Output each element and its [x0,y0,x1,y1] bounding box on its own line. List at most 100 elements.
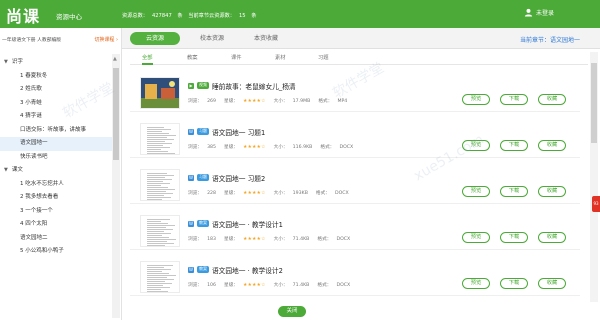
favorite-button[interactable]: 收藏 [538,94,566,105]
resource-title[interactable]: 语文园地一 · 教学设计2 [212,265,283,275]
file-format: DOCX [339,145,354,150]
rating-stars: ★★★★☆ [243,99,266,104]
resource-thumbnail[interactable] [140,215,180,247]
switch-course-button[interactable]: 切换课程 › [94,36,118,43]
preview-button[interactable]: 预览 [462,140,490,151]
tab-exercises[interactable]: 习题 [318,53,329,65]
total-value: 427847 [151,13,172,19]
tree-unit[interactable]: ▼ 课文 [0,164,112,178]
resource-item: ▶ 视频 睡前故事：老鼠嫁女儿_杨清 浏览： 269 星级： ★★★★☆ 大小： 17.9M… [130,74,580,112]
file-format: DOCX [336,283,351,288]
resource-title-row: W 教案 语文园地一 · 教学设计2 [188,265,283,275]
tree-item-label: 5 小公鸡和小鸭子 [20,248,64,254]
side-float-badge[interactable]: 93 [592,196,600,212]
tree-item-label: 识字 [11,59,23,65]
views-label: 浏览： [188,283,203,288]
resource-item: W 习题 语文园地一 习题2 浏览： 228 星级： ★★★★☆ 大小： 193KB 格式：… [130,166,580,204]
tree-lesson[interactable]: 4 四个太阳 [0,218,112,232]
sidebar-scroll-thumb[interactable] [113,68,119,160]
resource-title[interactable]: 语文园地一 习题1 [212,127,265,137]
views-count: 385 [207,145,217,150]
grade-row: 一年级语文下册 人教部编版 切换课程 › [2,34,118,44]
tree-lesson[interactable]: 1 吃水不忘挖井人 [0,178,112,192]
tree-lesson[interactable]: 语文园地一 [0,137,112,151]
content-scroll-thumb[interactable] [591,63,597,143]
tree-item-label: 2 姓氏歌 [20,86,42,92]
tree-lesson[interactable]: 3 小青蛙 [0,97,112,111]
tab-materials[interactable]: 素材 [275,53,286,65]
favorite-button[interactable]: 收藏 [538,232,566,243]
tree-lesson[interactable]: 快乐读书吧 [0,151,112,165]
expand-triangle-icon[interactable]: ▼ [4,164,8,178]
resource-item: W 教案 语文园地一 · 教学设计1 浏览： 183 星级： ★★★★☆ 大小： 71.4K… [130,212,580,250]
tree-item-label: 4 猜字谜 [20,113,42,119]
resource-thumbnail[interactable] [140,77,180,109]
file-size: 116.9KB [292,145,313,150]
file-format: DOCX [334,191,349,196]
current-course: 一年级语文下册 人教部编版 [2,37,62,43]
resource-thumbnail[interactable] [140,261,180,293]
favorite-button[interactable]: 收藏 [538,278,566,289]
main-tab-bar: 云资源 校本资源 本资收藏 当前章节：语文园地一 [122,28,600,49]
preview-button[interactable]: 预览 [462,94,490,105]
video-format-icon: ▶ [188,82,194,89]
resource-meta: 浏览： 106 星级： ★★★★☆ 大小： 71.4KB 格式： DOCX [188,282,355,288]
format-label: 格式： [320,145,335,150]
download-button[interactable]: 下载 [500,140,528,151]
resource-title-row: W 教案 语文园地一 · 教学设计1 [188,219,283,229]
resource-type-badge: 习题 [197,128,209,135]
tree-unit[interactable]: ▼ 识字 [0,56,112,70]
favorite-button[interactable]: 收藏 [538,186,566,197]
size-label: 大小： [273,237,288,242]
tree-item-label: 3 一个接一个 [20,207,53,214]
tree-lesson[interactable]: 4 猜字谜 [0,110,112,124]
views-label: 浏览： [188,237,203,242]
tree-lesson[interactable]: 语文园地二 [0,232,112,246]
tree-lesson[interactable]: 口语交际：听故事，讲故事 [0,124,112,138]
preview-button[interactable]: 预览 [462,232,490,243]
resource-title[interactable]: 睡前故事：老鼠嫁女儿_杨清 [212,81,296,91]
resource-meta: 浏览： 183 星级： ★★★★☆ 大小： 71.4KB 格式： DOCX [188,236,355,242]
download-button[interactable]: 下载 [500,232,528,243]
resource-type-badge: 视频 [197,82,209,89]
tab-school-resources[interactable]: 校本资源 [192,32,232,45]
resource-thumbnail[interactable] [140,123,180,155]
total-unit: 条 [177,13,183,19]
preview-button[interactable]: 预览 [462,186,490,197]
tree-lesson[interactable]: 3 一个接一个 [0,205,112,219]
rating-stars: ★★★★☆ [243,283,266,288]
download-button[interactable]: 下载 [500,94,528,105]
close-button[interactable]: 关闭 [278,306,306,317]
login-button[interactable]: 未登录 [524,8,554,17]
tab-courseware[interactable]: 课件 [231,53,242,65]
video-thumbnail-illustration [141,78,179,108]
resource-type-badge: 习题 [197,174,209,181]
resource-item: W 习题 语文园地一 习题1 浏览： 385 星级： ★★★★☆ 大小： 116.9KB 格… [130,120,580,158]
scroll-up-icon[interactable]: ▲ [113,56,117,62]
rating-stars: ★★★★☆ [243,191,266,196]
tab-all[interactable]: 全部 [142,53,153,65]
resource-thumbnail[interactable] [140,169,180,201]
tab-cloud-resources[interactable]: 云资源 [130,32,180,45]
views-label: 浏览： [188,99,203,104]
resource-title[interactable]: 语文园地一 · 教学设计1 [212,219,283,229]
rating-label: 星级： [224,99,239,104]
tree-lesson[interactable]: 2 姓氏歌 [0,83,112,97]
tree-lesson[interactable]: 1 春夏秋冬 [0,70,112,84]
views-count: 269 [207,99,217,104]
tree-lesson[interactable]: 2 我多想去看看 [0,191,112,205]
tab-favorites[interactable]: 本资收藏 [246,32,286,45]
download-button[interactable]: 下载 [500,278,528,289]
tree-lesson[interactable]: 5 小公鸡和小鸭子 [0,245,112,259]
download-button[interactable]: 下载 [500,186,528,197]
favorite-button[interactable]: 收藏 [538,140,566,151]
file-size: 193KB [292,191,308,196]
resource-type-badge: 教案 [197,266,209,273]
views-label: 浏览： [188,191,203,196]
resource-list: ▶ 视频 睡前故事：老鼠嫁女儿_杨清 浏览： 269 星级： ★★★★☆ 大小： 17.9M… [130,68,586,304]
preview-button[interactable]: 预览 [462,278,490,289]
expand-triangle-icon[interactable]: ▼ [4,56,8,70]
tree-item-label: 语文园地二 [20,234,48,241]
tab-lesson-plans[interactable]: 教案 [187,53,198,65]
resource-title[interactable]: 语文园地一 习题2 [212,173,265,183]
